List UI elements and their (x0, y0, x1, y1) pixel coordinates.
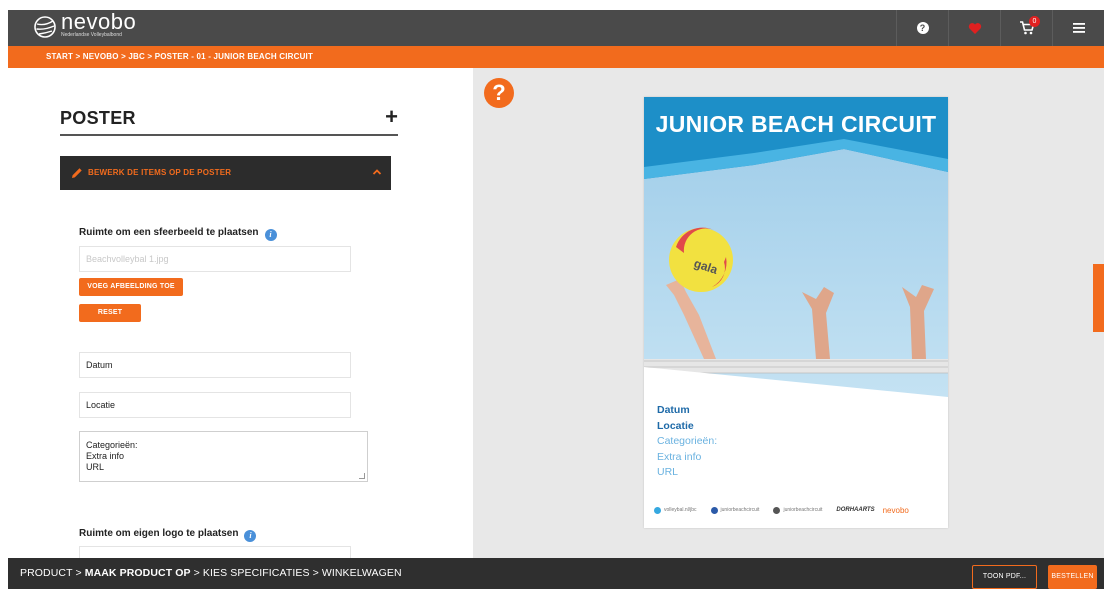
footer-handle: juniorbeachcircuit (783, 507, 823, 513)
step-kies-specificaties[interactable]: KIES SPECIFICATIES (203, 567, 310, 579)
poster-footer-item: juniorbeachcircuit (773, 506, 823, 514)
cart-count-badge: 0 (1029, 16, 1040, 27)
poster-footer-item: volleybal.nl/jbc (654, 506, 697, 514)
poster-info-line: Categorieën: (657, 435, 718, 447)
feedback-side-tab[interactable] (1093, 264, 1104, 332)
breadcrumb-bar: START > NEVOBO > JBC > POSTER - 01 - JUN… (8, 46, 1104, 68)
resize-handle-icon[interactable] (359, 473, 365, 479)
poster-info-line: Extra info (657, 450, 702, 463)
poster-info-line: Locatie (657, 419, 694, 432)
breadcrumb[interactable]: START > NEVOBO > JBC > POSTER - 01 - JUN… (46, 46, 313, 68)
brand-name: nevobo (61, 9, 137, 34)
logo-section-text: Ruimte om eigen logo te plaatsen (79, 528, 239, 539)
top-icons: ? 0 (896, 10, 1104, 46)
info-icon[interactable]: i (264, 229, 277, 241)
poster-preview: gala JUNIOR BEACH CIRCUIT Datum Locatie … (644, 97, 948, 528)
order-button[interactable]: BESTELLEN (1048, 565, 1097, 589)
bottom-bar: PRODUCT > MAAK PRODUCT OP > KIES SPECIFI… (8, 558, 1104, 589)
poster-info-line: URL (657, 466, 679, 478)
volleyball-logo-icon (34, 15, 56, 38)
step-separator: > (72, 567, 85, 579)
top-bar: nevobo Nederlandse Volleybalbond ? 0 (8, 10, 1104, 46)
poster-title: JUNIOR BEACH CIRCUIT (655, 111, 937, 137)
info-icon[interactable]: i (244, 530, 257, 542)
nevobo-logo[interactable]: nevobo Nederlandse Volleybalbond (34, 11, 136, 38)
date-field[interactable]: Datum (79, 352, 351, 378)
section-title: POSTER (60, 108, 136, 128)
app: nevobo Nederlandse Volleybalbond ? 0 STA… (0, 0, 1104, 589)
poster-section-header: POSTER + (60, 104, 398, 136)
poster-footer-item: juniorbeachcircuit (710, 506, 760, 514)
poster-footer: volleybal.nl/jbc juniorbeachcircuit juni… (654, 502, 944, 518)
step-winkelwagen[interactable]: WINKELWAGEN (322, 567, 402, 579)
accordion-label: BEWERK DE ITEMS OP DE POSTER (88, 168, 232, 177)
facebook-icon (710, 506, 718, 514)
categories-textarea[interactable]: Categorieën: Extra info URL (79, 431, 368, 482)
logo-section-label: Ruimte om eigen logo te plaatsen i (79, 528, 257, 542)
logo-file-field[interactable] (79, 546, 351, 558)
location-field[interactable]: Locatie (79, 392, 351, 418)
poster-photo: gala (644, 97, 948, 397)
footer-handle: volleybal.nl/jbc (664, 507, 697, 513)
textarea-line: URL (86, 462, 105, 472)
editor-panel: POSTER + BEWERK DE ITEMS OP DE POSTER Ru… (8, 68, 473, 558)
reset-button[interactable]: RESET (79, 304, 141, 322)
poster-info-block: Datum Locatie Categorieën: Extra info UR… (657, 403, 717, 481)
help-question-icon[interactable]: ? (484, 78, 514, 108)
favorites-button[interactable] (948, 10, 1000, 46)
menu-icon (1072, 23, 1085, 33)
chevron-up-icon (372, 169, 382, 175)
expand-plus-icon[interactable]: + (385, 104, 398, 130)
image-file-field[interactable]: Beachvolleybal 1.jpg (79, 246, 351, 272)
heart-icon (968, 22, 981, 34)
logo-wordmark: nevobo Nederlandse Volleybalbond (61, 11, 136, 38)
poster-info-line: Datum (657, 404, 690, 416)
image-section-label: Ruimte om een sfeerbeeld te plaatsen i (79, 227, 277, 241)
cart-button[interactable]: 0 (1000, 10, 1052, 46)
step-progress: PRODUCT > MAAK PRODUCT OP > KIES SPECIFI… (20, 558, 402, 589)
help-button[interactable]: ? (896, 10, 948, 46)
add-image-button[interactable]: VOEG AFBEELDING TOE (79, 278, 183, 296)
sponsor-logo: DORHAARTS (836, 507, 875, 513)
textarea-line: Extra info (86, 451, 125, 461)
preview-area: ? gala JUNIOR BEACH CIRCUIT Datum Locati… (473, 68, 1104, 558)
textarea-line: Categorieën: (86, 440, 138, 450)
edit-items-accordion[interactable]: BEWERK DE ITEMS OP DE POSTER (60, 156, 391, 190)
step-separator: > (309, 567, 322, 579)
step-separator: > (190, 567, 203, 579)
menu-button[interactable] (1052, 10, 1104, 46)
instagram-icon (773, 506, 781, 514)
footer-handle: juniorbeachcircuit (720, 507, 760, 513)
image-section-text: Ruimte om een sfeerbeeld te plaatsen (79, 227, 259, 238)
step-product[interactable]: PRODUCT (20, 567, 72, 579)
web-icon (654, 506, 661, 514)
pencil-icon (72, 168, 82, 178)
show-pdf-button[interactable]: TOON PDF... (972, 565, 1037, 589)
step-maak-product-op[interactable]: MAAK PRODUCT OP (85, 567, 191, 579)
nevobo-small-logo: nevobo (882, 505, 909, 515)
help-icon: ? (916, 22, 929, 34)
